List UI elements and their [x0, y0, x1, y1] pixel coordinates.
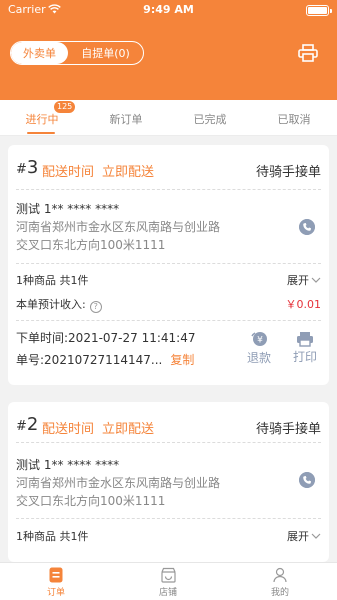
order-status: 待骑手接单: [255, 165, 321, 180]
items-summary: 1种商品 共1件: [16, 274, 89, 287]
order-no-row: 单号:20210727114147... 复制: [16, 351, 194, 368]
printer-icon: [297, 332, 313, 347]
phone-icon[interactable]: [299, 219, 315, 235]
refund-label: 退款: [246, 351, 271, 365]
tab-completed[interactable]: 已完成: [168, 111, 252, 127]
chevron-down-icon: [311, 533, 321, 539]
bottom-nav: 订单 店铺 我的: [0, 562, 337, 600]
header: Carrier 9:49 AM 外卖单 自提单(0): [0, 0, 337, 100]
divider: [16, 320, 321, 321]
tab-underline: [27, 132, 55, 134]
divider: [16, 442, 321, 443]
phone-icon[interactable]: [299, 472, 315, 488]
printer-icon[interactable]: [298, 44, 318, 62]
address: 河南省郑州市金水区东风南路与创业路 交叉口东北方向100米1111: [16, 220, 221, 252]
order-card[interactable]: #3 配送时间 立即配送 待骑手接单 测试 1** **** **** 河南省郑…: [8, 145, 329, 385]
order-card[interactable]: #2 配送时间 立即配送 待骑手接单 测试 1** **** **** 河南省郑…: [8, 402, 329, 562]
nav-store[interactable]: 店铺: [138, 567, 198, 598]
order-type-switch: 外卖单 自提单(0): [10, 41, 144, 65]
income-label: 本单预计收入:: [16, 298, 86, 311]
tab-badge: 125: [54, 101, 76, 113]
nav-orders-label: 订单: [46, 588, 65, 598]
order-status: 待骑手接单: [255, 422, 321, 437]
tab-new-orders[interactable]: 新订单: [84, 111, 168, 127]
store-icon: [160, 567, 176, 583]
expand-toggle[interactable]: 展开: [287, 272, 321, 288]
delivery-now-label: 立即配送: [102, 422, 155, 437]
order-number: #3: [16, 157, 39, 178]
status-tabs: 进行中 新订单 已完成 已取消: [0, 100, 337, 136]
address: 河南省郑州市金水区东风南路与创业路 交叉口东北方向100米1111: [16, 476, 221, 508]
nav-profile[interactable]: 我的: [250, 567, 310, 598]
expand-label: 展开: [287, 530, 309, 543]
delivery-now-label: 立即配送: [102, 165, 155, 180]
refund-icon: ¥: [251, 332, 267, 346]
delivery-time-label: 配送时间: [42, 422, 95, 437]
tab-cancelled[interactable]: 已取消: [252, 111, 336, 127]
segment-delivery[interactable]: 外卖单: [11, 42, 68, 64]
customer-name: 测试 1** **** ****: [16, 202, 120, 216]
print-button[interactable]: 打印: [285, 331, 325, 365]
print-label: 打印: [292, 350, 317, 364]
tab-in-progress[interactable]: 进行中: [0, 111, 84, 127]
expand-toggle[interactable]: 展开: [287, 528, 321, 544]
order-number: #2: [16, 414, 39, 435]
user-icon: [273, 567, 287, 583]
expand-label: 展开: [287, 274, 309, 287]
divider: [16, 189, 321, 190]
nav-store-label: 店铺: [158, 588, 177, 598]
order-time: 下单时间:2021-07-27 11:41:47: [16, 331, 196, 345]
status-time: 9:49 AM: [143, 3, 194, 16]
order-no: 单号:20210727114147...: [16, 353, 163, 367]
items-summary: 1种商品 共1件: [16, 530, 89, 543]
battery-icon: [306, 5, 332, 16]
customer-name: 测试 1** **** ****: [16, 458, 120, 472]
income-value: ￥0.01: [285, 298, 322, 311]
divider: [16, 263, 321, 264]
copy-button[interactable]: 复制: [170, 353, 194, 367]
divider: [16, 518, 321, 519]
delivery-time-label: 配送时间: [42, 165, 95, 180]
status-bar: Carrier 9:49 AM: [0, 0, 337, 20]
nav-profile-label: 我的: [270, 588, 289, 598]
order-icon: [49, 567, 63, 583]
segment-pickup[interactable]: 自提单(0): [68, 42, 143, 64]
chevron-down-icon: [311, 277, 321, 283]
income-row: 本单预计收入:?: [16, 296, 102, 313]
nav-orders[interactable]: 订单: [26, 567, 86, 598]
help-icon[interactable]: ?: [89, 301, 102, 313]
refund-button[interactable]: ¥ 退款: [239, 331, 279, 366]
svg-text:¥: ¥: [257, 336, 263, 346]
